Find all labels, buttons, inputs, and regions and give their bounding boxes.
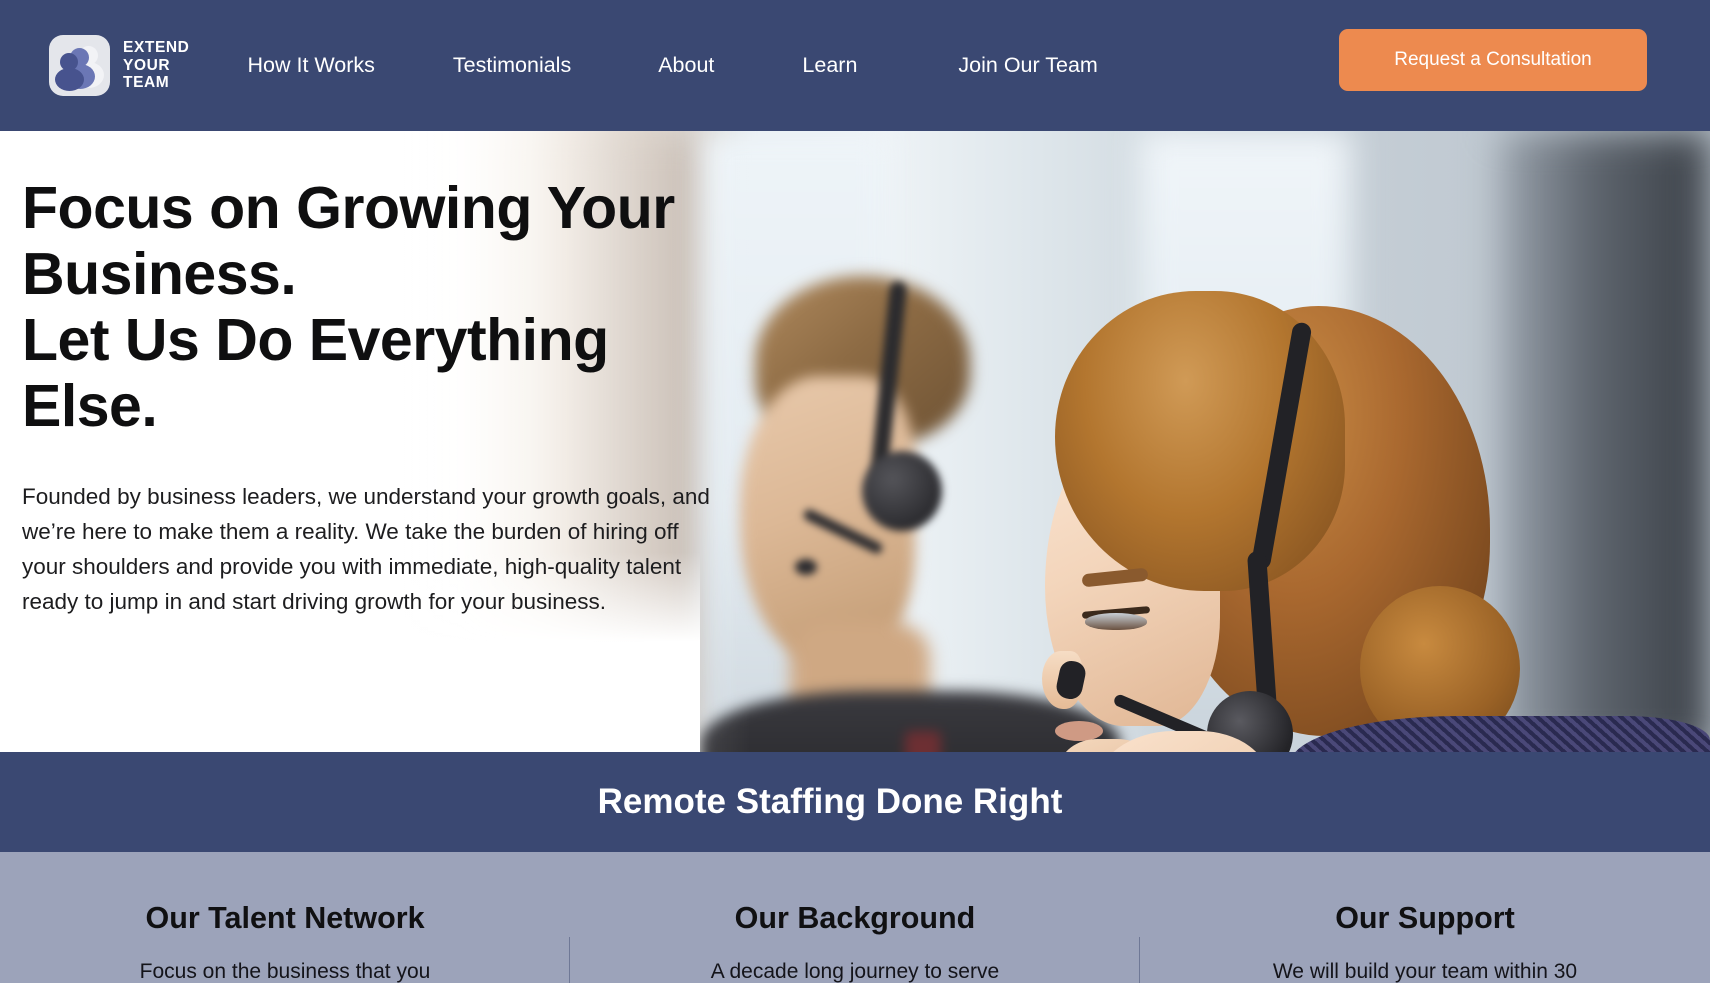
column-body: We will build your team within 30	[1272, 960, 1578, 983]
hero-section: Focus on Growing Your Business. Let Us D…	[0, 131, 1710, 752]
column-title: Our Background	[734, 901, 976, 935]
nav-item-learn[interactable]: Learn	[800, 49, 859, 82]
landing-page: EXTEND YOUR TEAM How It Works Testimonia…	[0, 0, 1710, 983]
column-body: A decade long journey to serve	[710, 960, 1000, 983]
hero-copy: Focus on Growing Your Business. Let Us D…	[22, 175, 722, 619]
hero-title-line-3: Let Us Do Everything	[22, 307, 609, 373]
request-consultation-button[interactable]: Request a Consultation	[1339, 29, 1647, 91]
column-talent-network: Our Talent Network Focus on the business…	[0, 852, 570, 983]
main-navigation: How It Works Testimonials About Learn Jo…	[245, 49, 1099, 82]
hero-title-line-1: Focus on Growing Your	[22, 175, 675, 241]
column-title: Our Talent Network	[145, 901, 425, 935]
people-group-icon	[49, 35, 110, 96]
logo-wordmark: EXTEND YOUR TEAM	[123, 39, 189, 92]
logo[interactable]: EXTEND YOUR TEAM	[49, 35, 189, 96]
column-title: Our Support	[1335, 901, 1515, 935]
nav-item-testimonials[interactable]: Testimonials	[451, 49, 573, 82]
nav-item-how-it-works[interactable]: How It Works	[245, 49, 376, 82]
banner-title: Remote Staffing Done Right	[597, 782, 1063, 821]
hero-title-line-2: Business.	[22, 241, 297, 307]
hero-title-line-4: Else.	[22, 373, 158, 439]
site-header: EXTEND YOUR TEAM How It Works Testimonia…	[0, 0, 1710, 131]
column-support: Our Support We will build your team with…	[1140, 852, 1710, 983]
nav-item-join-our-team[interactable]: Join Our Team	[956, 49, 1099, 82]
logo-line-1: EXTEND	[123, 39, 190, 57]
column-body: Focus on the business that you	[139, 960, 431, 983]
hero-paragraph: Founded by business leaders, we understa…	[22, 484, 710, 614]
nav-item-about[interactable]: About	[656, 49, 716, 82]
logo-line-2: YOUR	[123, 56, 171, 74]
logo-line-3: TEAM	[123, 74, 170, 92]
feature-columns: Our Talent Network Focus on the business…	[0, 852, 1710, 983]
column-background: Our Background A decade long journey to …	[570, 852, 1140, 983]
remote-staffing-banner: Remote Staffing Done Right	[0, 752, 1710, 852]
page-title: Focus on Growing Your Business. Let Us D…	[22, 175, 722, 439]
